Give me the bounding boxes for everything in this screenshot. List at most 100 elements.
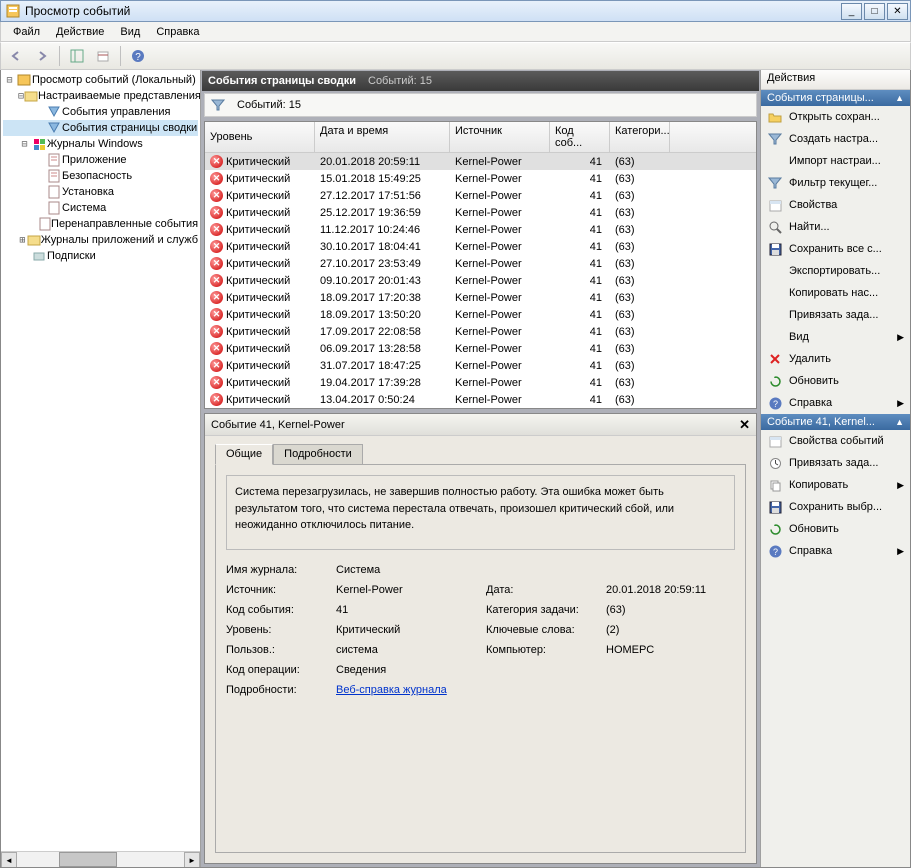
- main-header-count: Событий: 15: [368, 75, 432, 87]
- action-refresh[interactable]: Обновить: [761, 370, 910, 392]
- tree-forwarded[interactable]: Перенаправленные события: [3, 216, 198, 232]
- event-row[interactable]: ✕Критический20.01.2018 20:59:11Kernel-Po…: [205, 153, 756, 170]
- filter-count: Событий: 15: [237, 99, 301, 111]
- event-description: Система перезагрузилась, не завершив пол…: [226, 475, 735, 550]
- event-row[interactable]: ✕Критический17.09.2017 22:08:58Kernel-Po…: [205, 323, 756, 340]
- val-level: Критический: [336, 624, 486, 636]
- event-row[interactable]: ✕Критический18.09.2017 13:50:20Kernel-Po…: [205, 306, 756, 323]
- show-tree-button[interactable]: [66, 45, 88, 67]
- action-refresh2[interactable]: Обновить: [761, 518, 910, 540]
- save-icon: [767, 499, 783, 515]
- event-row[interactable]: ✕Критический06.09.2017 13:28:58Kernel-Po…: [205, 340, 756, 357]
- error-icon: ✕: [210, 342, 223, 355]
- save-icon: [767, 241, 783, 257]
- error-icon: ✕: [210, 172, 223, 185]
- event-row[interactable]: ✕Критический13.04.2017 0:50:24Kernel-Pow…: [205, 391, 756, 408]
- col-category[interactable]: Категори...: [610, 122, 670, 152]
- back-button[interactable]: [5, 45, 27, 67]
- action-export[interactable]: Экспортировать...: [761, 260, 910, 282]
- event-row[interactable]: ✕Критический19.04.2017 17:39:28Kernel-Po…: [205, 374, 756, 391]
- action-event-props[interactable]: Свойства событий: [761, 430, 910, 452]
- action-attach-task[interactable]: Привязать зада...: [761, 304, 910, 326]
- event-code: 41: [550, 258, 610, 270]
- event-row[interactable]: ✕Критический25.12.2017 19:36:59Kernel-Po…: [205, 204, 756, 221]
- tree-security[interactable]: Безопасность: [3, 168, 198, 184]
- action-help2[interactable]: ? Справка ▶: [761, 540, 910, 562]
- tree-setup[interactable]: Установка: [3, 184, 198, 200]
- action-properties[interactable]: Свойства: [761, 194, 910, 216]
- close-button[interactable]: ✕: [887, 3, 908, 20]
- tab-details[interactable]: Подробности: [273, 444, 363, 465]
- event-category: (63): [610, 156, 670, 168]
- action-help[interactable]: ? Справка ▶: [761, 392, 910, 414]
- forward-button[interactable]: [31, 45, 53, 67]
- action-import[interactable]: Импорт настраи...: [761, 150, 910, 172]
- action-create-custom[interactable]: Создать настра...: [761, 128, 910, 150]
- event-row[interactable]: ✕Критический11.12.2017 10:24:46Kernel-Po…: [205, 221, 756, 238]
- tree-horizontal-scrollbar[interactable]: ◄ ►: [1, 851, 200, 867]
- tree-custom-views[interactable]: ⊟ Настраиваемые представления: [3, 88, 198, 104]
- menu-view[interactable]: Вид: [112, 24, 148, 40]
- event-row[interactable]: ✕Критический27.12.2017 17:51:56Kernel-Po…: [205, 187, 756, 204]
- tree-system[interactable]: Система: [3, 200, 198, 216]
- event-date: 18.09.2017 13:50:20: [315, 309, 450, 321]
- action-open-saved[interactable]: Открыть сохран...: [761, 106, 910, 128]
- menu-help[interactable]: Справка: [148, 24, 207, 40]
- tree-summary-events[interactable]: События страницы сводки: [3, 120, 198, 136]
- tree-win-logs[interactable]: ⊟ Журналы Windows: [3, 136, 198, 152]
- tab-general[interactable]: Общие: [215, 444, 273, 465]
- event-date: 06.09.2017 13:28:58: [315, 343, 450, 355]
- actions-group2[interactable]: Событие 41, Kernel...▲: [761, 414, 910, 430]
- action-save-all[interactable]: Сохранить все с...: [761, 238, 910, 260]
- help-button[interactable]: ?: [127, 45, 149, 67]
- event-source: Kernel-Power: [450, 207, 550, 219]
- event-source: Kernel-Power: [450, 309, 550, 321]
- col-datetime[interactable]: Дата и время: [315, 122, 450, 152]
- action-filter[interactable]: Фильтр текущег...: [761, 172, 910, 194]
- event-row[interactable]: ✕Критический31.07.2017 18:47:25Kernel-Po…: [205, 357, 756, 374]
- action-copy-custom[interactable]: Копировать нас...: [761, 282, 910, 304]
- col-source[interactable]: Источник: [450, 122, 550, 152]
- lbl-eventcode: Код события:: [226, 604, 336, 616]
- action-find[interactable]: Найти...: [761, 216, 910, 238]
- col-eventcode[interactable]: Код соб...: [550, 122, 610, 152]
- action-copy[interactable]: Копировать ▶: [761, 474, 910, 496]
- action-delete[interactable]: Удалить: [761, 348, 910, 370]
- action-attach-task2[interactable]: Привязать зада...: [761, 452, 910, 474]
- help-link[interactable]: Веб-справка журнала: [336, 684, 447, 696]
- event-row[interactable]: ✕Критический09.10.2017 20:01:43Kernel-Po…: [205, 272, 756, 289]
- event-category: (63): [610, 258, 670, 270]
- maximize-button[interactable]: □: [864, 3, 885, 20]
- event-row[interactable]: ✕Критический15.01.2018 15:49:25Kernel-Po…: [205, 170, 756, 187]
- event-level: Критический: [226, 377, 290, 389]
- tree-application[interactable]: Приложение: [3, 152, 198, 168]
- event-level: Критический: [226, 190, 290, 202]
- event-row[interactable]: ✕Критический27.10.2017 23:53:49Kernel-Po…: [205, 255, 756, 272]
- event-source: Kernel-Power: [450, 377, 550, 389]
- minimize-button[interactable]: _: [841, 3, 862, 20]
- properties-button[interactable]: [92, 45, 114, 67]
- menu-file[interactable]: Файл: [5, 24, 48, 40]
- event-category: (63): [610, 224, 670, 236]
- event-category: (63): [610, 292, 670, 304]
- action-view[interactable]: Вид ▶: [761, 326, 910, 348]
- lbl-moreinfo: Подробности:: [226, 684, 336, 696]
- col-level[interactable]: Уровень: [205, 122, 315, 152]
- refresh-icon: [767, 373, 783, 389]
- tree-admin-events[interactable]: События управления: [3, 104, 198, 120]
- menu-action[interactable]: Действие: [48, 24, 112, 40]
- error-icon: ✕: [210, 359, 223, 372]
- details-close-button[interactable]: ✕: [739, 417, 750, 433]
- refresh-icon: [767, 521, 783, 537]
- tree-subscriptions[interactable]: Подписки: [3, 248, 198, 264]
- tree-root[interactable]: ⊟ Просмотр событий (Локальный): [3, 72, 198, 88]
- event-row[interactable]: ✕Критический18.09.2017 17:20:38Kernel-Po…: [205, 289, 756, 306]
- svg-text:?: ?: [135, 52, 141, 63]
- tree-app-service[interactable]: ⊞ Журналы приложений и служб: [3, 232, 198, 248]
- event-row[interactable]: ✕Критический30.10.2017 18:04:41Kernel-Po…: [205, 238, 756, 255]
- task-icon: [767, 307, 783, 323]
- view-icon: [767, 329, 783, 345]
- action-save-selected[interactable]: Сохранить выбр...: [761, 496, 910, 518]
- error-icon: ✕: [210, 223, 223, 236]
- actions-group1[interactable]: События страницы...▲: [761, 90, 910, 106]
